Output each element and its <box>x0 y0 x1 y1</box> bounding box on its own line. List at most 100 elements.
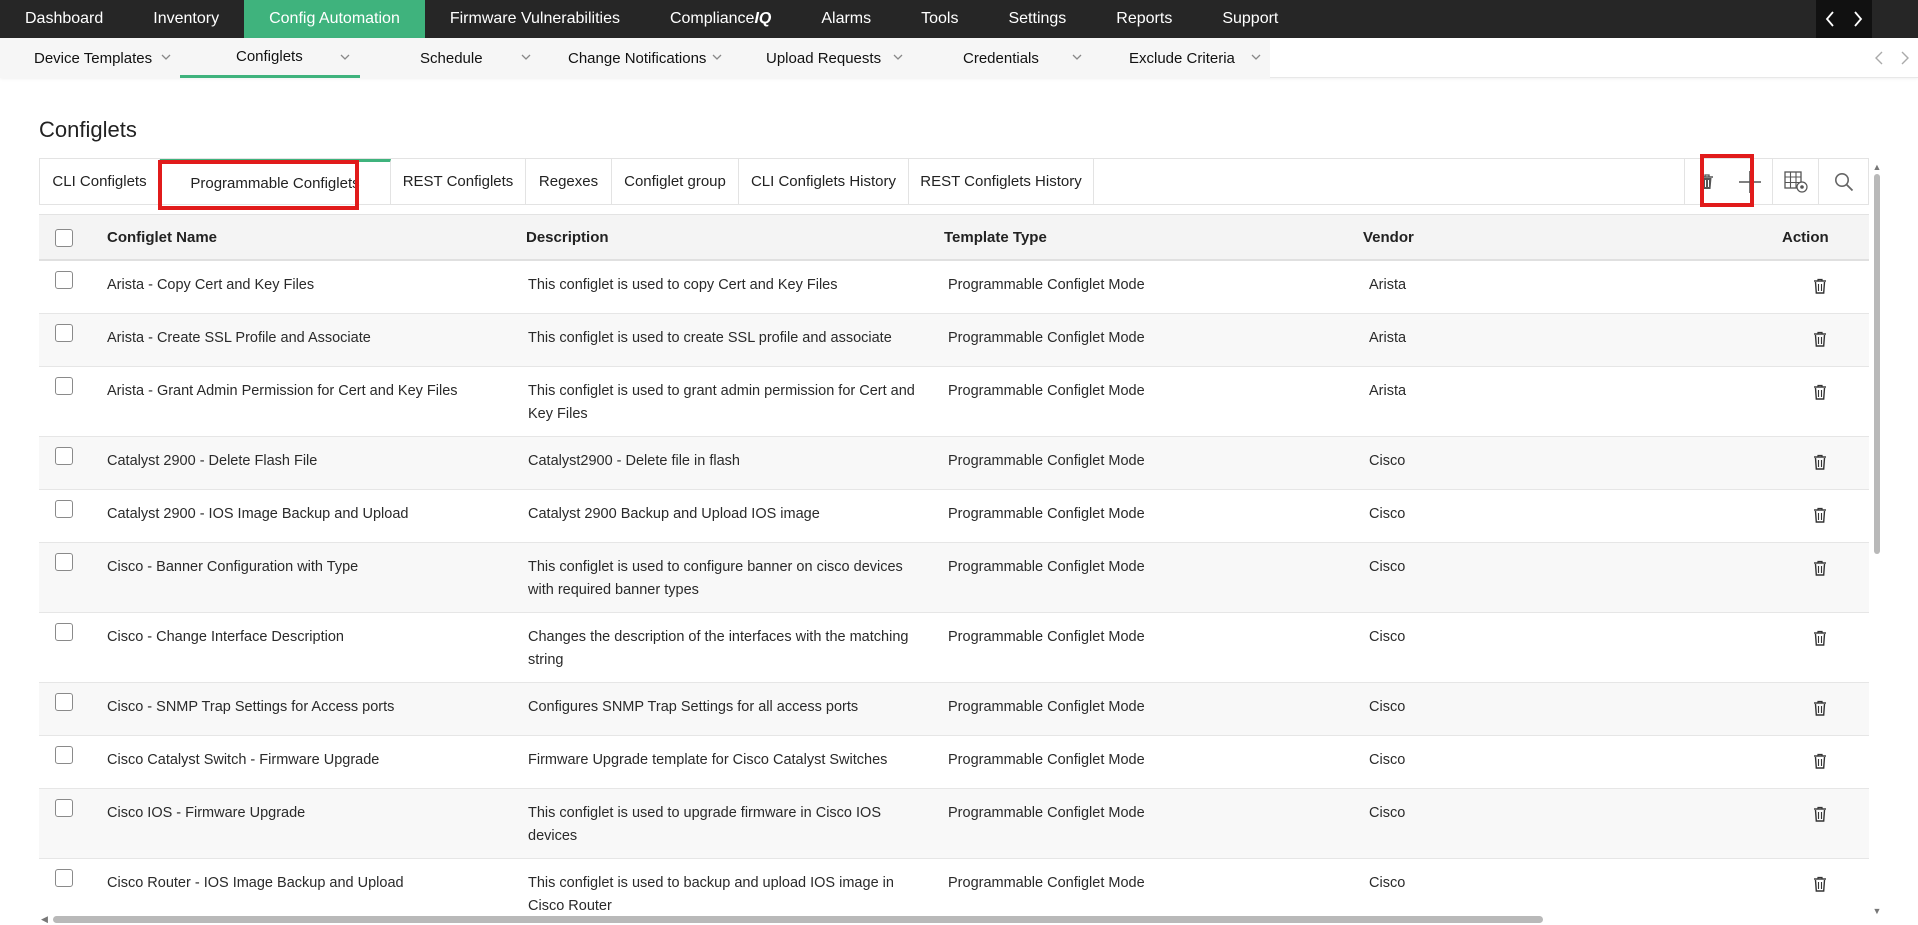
row-checkbox[interactable] <box>55 553 73 571</box>
configlet-name[interactable]: Cisco Catalyst Switch - Firmware Upgrade <box>107 749 379 772</box>
table-row[interactable]: Arista - Create SSL Profile and Associat… <box>39 314 1869 367</box>
top-nav-config-automation[interactable]: Config Automation <box>244 0 425 38</box>
table-row[interactable]: Cisco - SNMP Trap Settings for Access po… <box>39 683 1869 736</box>
trash-icon[interactable] <box>1810 558 1830 578</box>
configlet-template-type: Programmable Configlet Mode <box>948 699 1145 715</box>
tab-configlet-group[interactable]: Configlet group <box>612 159 739 204</box>
table-row[interactable]: Arista - Copy Cert and Key Files This co… <box>39 261 1869 314</box>
row-checkbox[interactable] <box>55 799 73 817</box>
plus-icon[interactable] <box>1728 159 1772 204</box>
configlet-template-type: Programmable Configlet Mode <box>948 506 1145 522</box>
column-header-description[interactable]: Description <box>526 229 609 246</box>
row-checkbox[interactable] <box>55 693 73 711</box>
configlet-vendor: Arista <box>1369 330 1407 346</box>
top-nav-firmware-vulnerabilities[interactable]: Firmware Vulnerabilities <box>425 0 645 38</box>
row-checkbox[interactable] <box>55 271 73 289</box>
scroll-up-arrow-icon[interactable]: ▲ <box>1872 162 1882 172</box>
chevron-left-icon[interactable] <box>1816 0 1844 38</box>
chevron-down-icon <box>712 54 722 60</box>
configlet-name[interactable]: Cisco - Change Interface Description <box>107 626 344 649</box>
configlet-description: Catalyst 2900 Backup and Upload IOS imag… <box>528 506 820 522</box>
top-nav-reports[interactable]: Reports <box>1091 0 1197 38</box>
configlet-name[interactable]: Arista - Grant Admin Permission for Cert… <box>107 380 458 403</box>
top-nav-inventory[interactable]: Inventory <box>128 0 244 38</box>
chevron-left-icon[interactable] <box>1874 50 1884 66</box>
configlet-vendor: Arista <box>1369 383 1407 399</box>
configlet-name[interactable]: Catalyst 2900 - IOS Image Backup and Upl… <box>107 503 408 526</box>
tab-label: CLI Configlets <box>52 173 147 190</box>
sub-nav-configlets[interactable]: Configlets <box>180 38 360 78</box>
horizontal-scrollbar[interactable]: ◀ <box>39 914 1870 924</box>
sub-nav-credentials[interactable]: Credentials <box>963 38 1093 78</box>
row-checkbox[interactable] <box>55 324 73 342</box>
top-nav-label-suffix: IQ <box>754 10 772 27</box>
scroll-left-arrow-icon[interactable]: ◀ <box>41 914 48 925</box>
tab-regexes[interactable]: Regexes <box>526 159 612 204</box>
trash-icon[interactable] <box>1810 276 1830 296</box>
table-row[interactable]: Cisco Catalyst Switch - Firmware Upgrade… <box>39 736 1869 789</box>
select-all-checkbox[interactable] <box>55 229 73 247</box>
tab-programmable-configlets[interactable]: Programmable Configlets <box>160 159 391 204</box>
trash-icon[interactable] <box>1810 452 1830 472</box>
configlet-name[interactable]: Arista - Copy Cert and Key Files <box>107 274 314 297</box>
top-nav-support[interactable]: Support <box>1197 0 1303 38</box>
tab-cli-configlets-history[interactable]: CLI Configlets History <box>739 159 909 204</box>
vertical-scrollbar[interactable]: ▲ ▼ <box>1870 162 1884 916</box>
sub-nav-schedule[interactable]: Schedule <box>420 38 540 78</box>
top-nav-compliance-iq[interactable]: Compliance IQ <box>645 0 796 38</box>
table-row[interactable]: Cisco - Banner Configuration with Type T… <box>39 543 1869 613</box>
table-row[interactable]: Cisco IOS - Firmware Upgrade This config… <box>39 789 1869 859</box>
trash-icon[interactable] <box>1810 505 1830 525</box>
row-checkbox[interactable] <box>55 623 73 641</box>
configlet-name[interactable]: Arista - Create SSL Profile and Associat… <box>107 327 371 350</box>
tab-label: REST Configlets History <box>920 173 1082 190</box>
top-nav-tools[interactable]: Tools <box>896 0 983 38</box>
tab-cli-configlets[interactable]: CLI Configlets <box>40 159 160 204</box>
column-header-name[interactable]: Configlet Name <box>107 229 217 246</box>
scroll-down-arrow-icon[interactable]: ▼ <box>1872 906 1882 916</box>
trash-icon[interactable] <box>1810 329 1830 349</box>
top-nav-alarms[interactable]: Alarms <box>796 0 896 38</box>
sub-nav-exclude-criteria[interactable]: Exclude Criteria <box>1129 38 1269 78</box>
row-checkbox[interactable] <box>55 500 73 518</box>
row-checkbox[interactable] <box>55 447 73 465</box>
table-row[interactable]: Cisco - Change Interface Description Cha… <box>39 613 1869 683</box>
trash-icon[interactable] <box>1810 382 1830 402</box>
horizontal-scrollbar-thumb[interactable] <box>53 916 1543 923</box>
configlet-template-type: Programmable Configlet Mode <box>948 383 1145 399</box>
row-checkbox[interactable] <box>55 869 73 887</box>
column-header-vendor[interactable]: Vendor <box>1363 229 1414 246</box>
trash-icon[interactable] <box>1810 628 1830 648</box>
configlet-name[interactable]: Cisco - SNMP Trap Settings for Access po… <box>107 696 394 719</box>
configlet-name[interactable]: Cisco Router - IOS Image Backup and Uplo… <box>107 872 404 895</box>
search-icon[interactable] <box>1818 159 1868 204</box>
trash-icon[interactable] <box>1810 804 1830 824</box>
tab-label: Programmable Configlets <box>190 174 360 192</box>
trash-icon[interactable] <box>1810 751 1830 771</box>
row-checkbox[interactable] <box>55 377 73 395</box>
tab-rest-configlets[interactable]: REST Configlets <box>391 159 526 204</box>
top-nav-settings[interactable]: Settings <box>983 0 1091 38</box>
column-header-template-type[interactable]: Template Type <box>944 229 1047 246</box>
table-row[interactable]: Arista - Grant Admin Permission for Cert… <box>39 367 1869 437</box>
configlet-name[interactable]: Cisco - Banner Configuration with Type <box>107 556 358 579</box>
trash-icon[interactable] <box>1810 874 1830 894</box>
top-nav-dashboard[interactable]: Dashboard <box>0 0 128 38</box>
sub-nav-upload-requests[interactable]: Upload Requests <box>766 38 916 78</box>
table-row[interactable]: Cisco Router - IOS Image Backup and Uplo… <box>39 859 1869 914</box>
configlet-description: This configlet is used to configure bann… <box>528 559 903 598</box>
table-row[interactable]: Catalyst 2900 - IOS Image Backup and Upl… <box>39 490 1869 543</box>
tab-rest-configlets-history[interactable]: REST Configlets History <box>909 159 1094 204</box>
configlet-name[interactable]: Cisco IOS - Firmware Upgrade <box>107 802 305 825</box>
row-checkbox[interactable] <box>55 746 73 764</box>
sub-nav-device-templates[interactable]: Device Templates <box>34 38 179 78</box>
trash-icon[interactable] <box>1684 159 1728 204</box>
sub-nav-change-notifications[interactable]: Change Notifications <box>568 38 763 78</box>
configlet-name[interactable]: Catalyst 2900 - Delete Flash File <box>107 450 317 473</box>
table-row[interactable]: Catalyst 2900 - Delete Flash File Cataly… <box>39 437 1869 490</box>
column-settings-icon[interactable] <box>1772 159 1818 204</box>
trash-icon[interactable] <box>1810 698 1830 718</box>
chevron-right-icon[interactable] <box>1900 50 1910 66</box>
chevron-right-icon[interactable] <box>1844 0 1872 38</box>
vertical-scrollbar-thumb[interactable] <box>1874 174 1880 554</box>
